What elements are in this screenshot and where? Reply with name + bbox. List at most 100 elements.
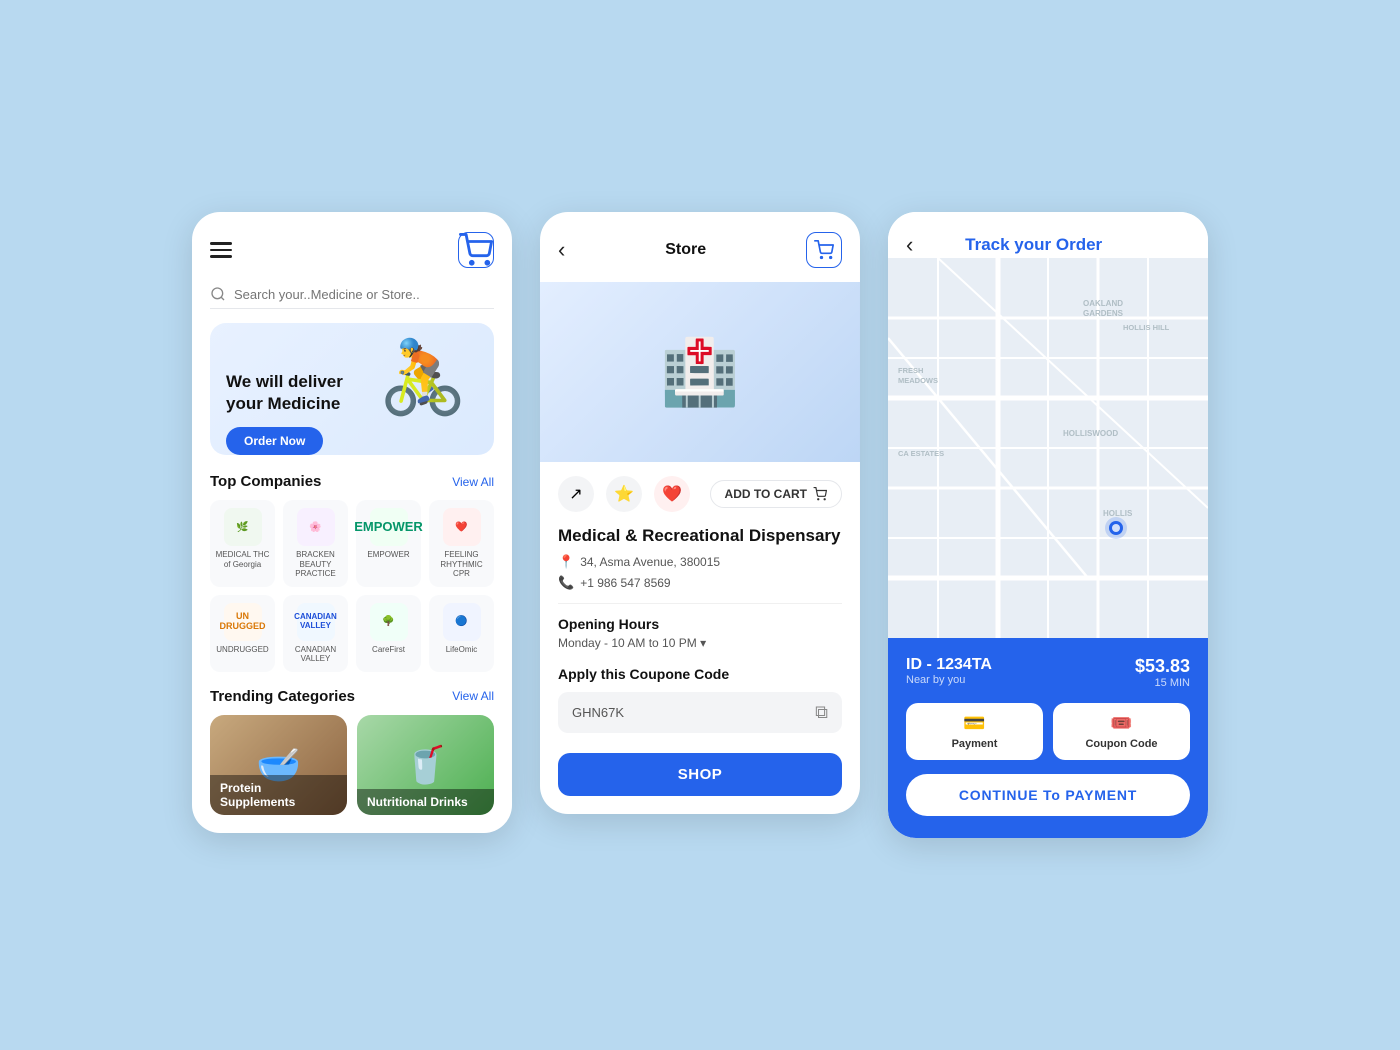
svg-text:GARDENS: GARDENS (1083, 309, 1124, 318)
store-image: 🏥 (540, 282, 860, 462)
payment-icon: 💳 (963, 713, 985, 734)
banner-title: We will deliver your Medicine (226, 371, 368, 415)
order-sub: Near by you (906, 674, 992, 686)
store-actions: ↗ ⭐ ❤️ ADD TO CART (540, 462, 860, 526)
category-drinks[interactable]: 🥤 Nutritional Drinks (357, 715, 494, 815)
categories-grid: 🥣 Protein Supplements 🥤 Nutritional Drin… (192, 715, 512, 833)
company-name-0: MEDICAL THCof Georgia (216, 550, 270, 569)
order-id-block: ID - 1234TA Near by you (906, 656, 992, 686)
order-price-block: $53.83 15 MIN (1135, 656, 1190, 689)
order-price: $53.83 (1135, 656, 1190, 677)
coupon-section: Apply this Coupone Code ⧉ (540, 666, 860, 749)
shop-button[interactable]: SHOP (558, 753, 842, 796)
store-name: Medical & Recreational Dispensary (558, 526, 842, 546)
company-card-4[interactable]: UNDRUGGED UNDRUGGED (210, 595, 275, 672)
copy-icon[interactable]: ⧉ (815, 702, 828, 723)
company-card-0[interactable]: 🌿 MEDICAL THCof Georgia (210, 500, 275, 587)
protein-label: Protein Supplements (210, 775, 347, 815)
track-header: ‹ Track your Order (888, 212, 1208, 258)
hours-dropdown-icon[interactable]: ▾ (700, 636, 706, 650)
company-name-1: BRACKENBEAUTY PRACTICE (287, 550, 344, 579)
top-companies-view-all[interactable]: View All (452, 475, 494, 489)
company-card-3[interactable]: ❤️ FEELING RHYTHMIC CPR (429, 500, 494, 587)
cart-icon (459, 233, 493, 267)
screens-container: We will deliver your Medicine Order Now … (192, 212, 1208, 838)
coupon-title: Apply this Coupone Code (558, 666, 842, 682)
add-to-cart-button[interactable]: ADD TO CART (710, 480, 842, 508)
delivery-banner: We will deliver your Medicine Order Now … (210, 323, 494, 455)
delivery-person-figure: 🚴 (368, 345, 478, 455)
svg-text:FRESH: FRESH (898, 366, 923, 375)
svg-text:HOLLIS: HOLLIS (1103, 509, 1133, 518)
svg-text:HOLLIS HILL: HOLLIS HILL (1123, 323, 1170, 332)
drinks-label: Nutritional Drinks (357, 789, 494, 815)
payment-button[interactable]: 💳 Payment (906, 703, 1043, 760)
store-phone: 📞 +1 986 547 8569 (558, 575, 842, 591)
company-name-3: FEELING RHYTHMIC CPR (433, 550, 490, 579)
order-now-button[interactable]: Order Now (226, 427, 323, 455)
store-page-title: Store (665, 241, 706, 259)
categories-view-all[interactable]: View All (452, 689, 494, 703)
order-row1: ID - 1234TA Near by you $53.83 15 MIN (906, 656, 1190, 689)
coupon-icon: 🎟️ (1110, 713, 1132, 734)
screen-home: We will deliver your Medicine Order Now … (192, 212, 512, 833)
phone-icon: 📞 (558, 575, 574, 591)
cart-button[interactable] (458, 232, 494, 268)
order-time: 15 MIN (1135, 677, 1190, 689)
companies-grid: 🌿 MEDICAL THCof Georgia 🌸 BRACKENBEAUTY … (192, 500, 512, 688)
order-panel: ID - 1234TA Near by you $53.83 15 MIN 💳 … (888, 638, 1208, 838)
screen-store: ‹ Store 🏥 ↗ ⭐ ❤️ ADD TO CART (540, 212, 860, 814)
map-svg: OAKLAND GARDENS FRESH MEADOWS HOLLIS HIL… (888, 258, 1208, 638)
company-name-5: CANADIAN VALLEY (287, 645, 344, 664)
favorite-button[interactable]: ⭐ (606, 476, 642, 512)
screen-track: ‹ Track your Order (888, 212, 1208, 838)
svg-text:MEADOWS: MEADOWS (898, 376, 938, 385)
cart-small-icon (813, 487, 827, 501)
company-card-1[interactable]: 🌸 BRACKENBEAUTY PRACTICE (283, 500, 348, 587)
company-name-4: UNDRUGGED (216, 645, 268, 655)
divider (558, 603, 842, 604)
hours-text: Monday - 10 AM to 10 PM (558, 636, 697, 650)
order-id: ID - 1234TA (906, 656, 992, 674)
banner-text: We will deliver your Medicine Order Now (226, 371, 368, 455)
phone-text: +1 986 547 8569 (580, 576, 670, 590)
coupon-input[interactable] (572, 705, 807, 720)
store-address: 📍 34, Asma Avenue, 380015 (558, 554, 842, 570)
search-input[interactable] (234, 287, 494, 302)
address-text: 34, Asma Avenue, 380015 (580, 555, 720, 569)
track-back-button[interactable]: ‹ (906, 232, 913, 258)
categories-title: Trending Categories (210, 688, 355, 705)
categories-header: Trending Categories View All (192, 688, 512, 715)
map-container: OAKLAND GARDENS FRESH MEADOWS HOLLIS HIL… (888, 258, 1208, 638)
add-to-cart-label: ADD TO CART (725, 487, 807, 501)
search-icon (210, 286, 226, 302)
hours-title: Opening Hours (558, 616, 842, 632)
company-card-5[interactable]: CANADIANVALLEY CANADIAN VALLEY (283, 595, 348, 672)
search-bar (210, 286, 494, 309)
top-companies-title: Top Companies (210, 473, 321, 490)
store-header: ‹ Store (540, 212, 860, 282)
coupon-code-button[interactable]: 🎟️ Coupon Code (1053, 703, 1190, 760)
coupon-input-wrap: ⧉ (558, 692, 842, 733)
svg-text:OAKLAND: OAKLAND (1083, 299, 1123, 308)
company-card-7[interactable]: 🔵 LifeOmic (429, 595, 494, 672)
track-title: Track your Order (965, 235, 1102, 255)
store-info: Medical & Recreational Dispensary 📍 34, … (540, 526, 860, 666)
company-name-6: CareFirst (372, 645, 405, 655)
location-icon: 📍 (558, 554, 574, 570)
svg-text:CA ESTATES: CA ESTATES (898, 449, 944, 458)
store-cart-icon (814, 240, 834, 260)
company-card-2[interactable]: EMPOWER EMPOWER (356, 500, 421, 587)
company-card-6[interactable]: 🌳 CareFirst (356, 595, 421, 672)
share-button[interactable]: ↗ (558, 476, 594, 512)
payment-label: Payment (952, 738, 998, 750)
heart-button[interactable]: ❤️ (654, 476, 690, 512)
hamburger-menu[interactable] (210, 242, 232, 258)
back-button[interactable]: ‹ (558, 237, 565, 263)
store-cart-button[interactable] (806, 232, 842, 268)
category-protein[interactable]: 🥣 Protein Supplements (210, 715, 347, 815)
continue-to-payment-button[interactable]: CONTINUE To PAYMENT (906, 774, 1190, 816)
top-companies-header: Top Companies View All (192, 473, 512, 500)
company-name-7: LifeOmic (446, 645, 478, 655)
order-buttons: 💳 Payment 🎟️ Coupon Code (906, 703, 1190, 760)
